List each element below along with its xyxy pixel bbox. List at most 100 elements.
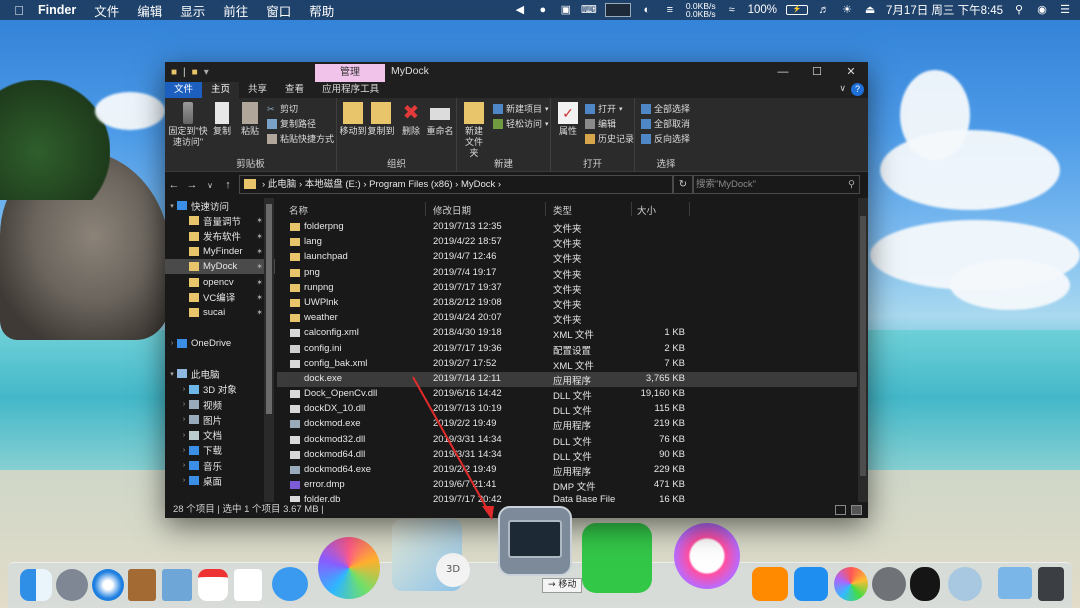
close-icon[interactable]: ✕ [834, 62, 868, 82]
nav-item[interactable]: › 图片 [165, 412, 275, 427]
col-date[interactable]: 修改日期 [433, 203, 471, 217]
contrast-icon[interactable]: ◐ [640, 4, 654, 16]
pin-quick-access-button[interactable]: 固定到"快速访问" [167, 102, 209, 148]
expand-arrow-icon[interactable]: › [179, 462, 189, 469]
notes-book-icon[interactable] [128, 569, 156, 601]
input-icon[interactable]: ⌨ [581, 4, 597, 16]
nav-item[interactable]: sucai ✶ [165, 305, 275, 320]
file-row[interactable]: config.ini 2019/7/17 19:36 配置设置 2 KB [277, 342, 857, 357]
list-scrollbar[interactable] [858, 198, 868, 502]
app-store-icon[interactable] [794, 567, 828, 601]
trash-icon[interactable] [1038, 567, 1064, 601]
expand-arrow-icon[interactable]: ▾ [167, 370, 177, 378]
tab-view[interactable]: 查看 [276, 82, 313, 98]
menu-edit[interactable]: 编辑 [137, 1, 162, 20]
cut-button[interactable]: ✂ 剪切 [267, 102, 298, 115]
nav-item[interactable]: ▾ 此电脑 [165, 366, 275, 381]
expand-arrow-icon[interactable]: › [179, 447, 189, 454]
volume-icon[interactable]: ♬ [817, 4, 831, 16]
maps-3d-button[interactable]: 3D [436, 553, 470, 587]
expand-arrow-icon[interactable]: › [179, 386, 189, 393]
file-row[interactable]: dock.exe 2019/7/14 12:11 应用程序 3,765 KB [277, 371, 857, 388]
apple-menu-icon[interactable]:  [0, 3, 38, 18]
pin-icon[interactable]: ✶ [256, 232, 263, 241]
nav-item[interactable]: › 音乐 [165, 458, 275, 473]
photo-preview-icon[interactable] [162, 569, 192, 601]
nav-item[interactable]: › 视频 [165, 397, 275, 412]
context-tab-manage[interactable]: 管理 [315, 64, 385, 82]
details-view-icon[interactable] [835, 505, 846, 515]
paste-button[interactable]: 粘贴 [237, 102, 263, 137]
nav-scrollbar[interactable] [264, 198, 274, 502]
properties-qa-icon[interactable]: | [183, 67, 186, 78]
file-row[interactable]: folderpng 2019/7/13 12:35 文件夹 [277, 220, 857, 235]
nav-item[interactable]: MyDock ✶ [165, 259, 275, 275]
select-none-button[interactable]: 全部取消 [641, 117, 690, 130]
new-folder-button[interactable]: 新建 文件夹 [461, 102, 487, 159]
books-icon[interactable] [752, 567, 788, 601]
title-bar[interactable]: ■ | ■ ▾ 管理 MyDock — ☐ ✕ [165, 62, 868, 82]
game-center-icon[interactable] [318, 537, 380, 599]
menu-file[interactable]: 文件 [94, 1, 119, 20]
col-size[interactable]: 大小 [637, 203, 656, 217]
calendar-icon[interactable] [198, 569, 228, 601]
brightness-icon[interactable]: ☀ [840, 4, 854, 16]
system-preferences-icon[interactable] [872, 567, 906, 601]
new-folder-qa-icon[interactable]: ■ [192, 67, 198, 78]
back-arrow-icon[interactable]: ← [165, 179, 183, 191]
qq-penguin-icon[interactable] [910, 567, 940, 601]
open-button[interactable]: 打开 ▾ [585, 102, 623, 115]
file-row[interactable]: lang 2019/4/22 18:57 文件夹 [277, 235, 857, 250]
properties-button[interactable]: ✓ 属性 [555, 102, 581, 137]
list-scroll-thumb[interactable] [860, 216, 866, 476]
siri-icon[interactable]: ◉ [1035, 4, 1049, 16]
messages-icon[interactable] [272, 567, 308, 601]
menu-window[interactable]: 窗口 [266, 1, 291, 20]
nav-scroll-thumb[interactable] [266, 204, 272, 414]
paste-shortcut-button[interactable]: 粘贴快捷方式 [267, 132, 334, 145]
reminders-icon[interactable] [234, 569, 262, 601]
search-input[interactable]: 搜索"MyDock" ⚲ [693, 175, 860, 194]
expand-arrow-icon[interactable]: › [167, 340, 177, 347]
file-row[interactable]: weather 2019/4/24 20:07 文件夹 [277, 311, 857, 326]
expand-arrow-icon[interactable]: ▾ [167, 202, 177, 210]
activity-monitor-icon[interactable] [604, 3, 631, 17]
forward-arrow-icon[interactable]: → [183, 179, 201, 191]
keyboard-icon[interactable]: ≡ [663, 4, 677, 16]
file-row[interactable]: Dock_OpenCv.dll 2019/6/16 14:42 DLL 文件 19,1… [277, 387, 857, 402]
invert-selection-button[interactable]: 反向选择 [641, 132, 690, 145]
history-button[interactable]: 历史记录 [585, 132, 634, 145]
safari-icon[interactable] [92, 569, 124, 601]
tab-file[interactable]: 文件 [165, 82, 203, 98]
rename-button[interactable]: 重命名 [425, 102, 455, 137]
finder-icon[interactable] [20, 569, 52, 601]
wifi-icon[interactable]: ≈ [725, 4, 739, 16]
launchpad-icon[interactable] [56, 569, 88, 601]
dragged-app-icon[interactable] [498, 506, 572, 576]
tab-home[interactable]: 主页 [202, 82, 240, 98]
tab-app-tools[interactable]: 应用程序工具 [313, 82, 388, 98]
notification-center-icon[interactable]: ☰ [1058, 4, 1072, 16]
nav-item[interactable]: MyFinder ✶ [165, 244, 275, 259]
app-menu[interactable]: Finder [38, 3, 76, 17]
delete-button[interactable]: ✖ 删除 [399, 102, 423, 137]
pin-icon[interactable]: ✶ [256, 278, 263, 287]
refresh-icon[interactable]: ↻ [673, 175, 693, 194]
breadcrumb[interactable]: › 此电脑 › 本地磁盘 (E:) › Program Files (x86) … [239, 175, 673, 194]
file-row[interactable]: UWPlnk 2018/2/12 19:08 文件夹 [277, 296, 857, 311]
col-name[interactable]: 名称 [289, 203, 308, 217]
expand-arrow-icon[interactable]: › [179, 416, 189, 423]
chevron-down-icon[interactable]: ∨ [839, 83, 846, 94]
battery-icon[interactable]: ⚡ [786, 5, 809, 15]
select-all-button[interactable]: 全部选择 [641, 102, 690, 115]
file-row[interactable]: launchpad 2019/4/7 12:46 文件夹 [277, 250, 857, 265]
file-row[interactable]: png 2019/7/4 19:17 文件夹 [277, 266, 857, 281]
file-row[interactable]: dockmod64.exe 2019/2/2 19:49 应用程序 229 KB [277, 463, 857, 478]
new-item-button[interactable]: 新建项目 ▾ [493, 102, 549, 115]
file-row[interactable]: folder.db 2019/7/17 20:42 Data Base File 16… [277, 493, 857, 502]
help-icon[interactable]: ? [851, 83, 864, 96]
menu-help[interactable]: 帮助 [309, 1, 334, 20]
file-row[interactable]: dockmod.exe 2019/2/2 19:49 应用程序 219 KB [277, 417, 857, 432]
speaker-icon[interactable]: ◀ [513, 4, 527, 16]
maximize-icon[interactable]: ☐ [800, 62, 834, 82]
